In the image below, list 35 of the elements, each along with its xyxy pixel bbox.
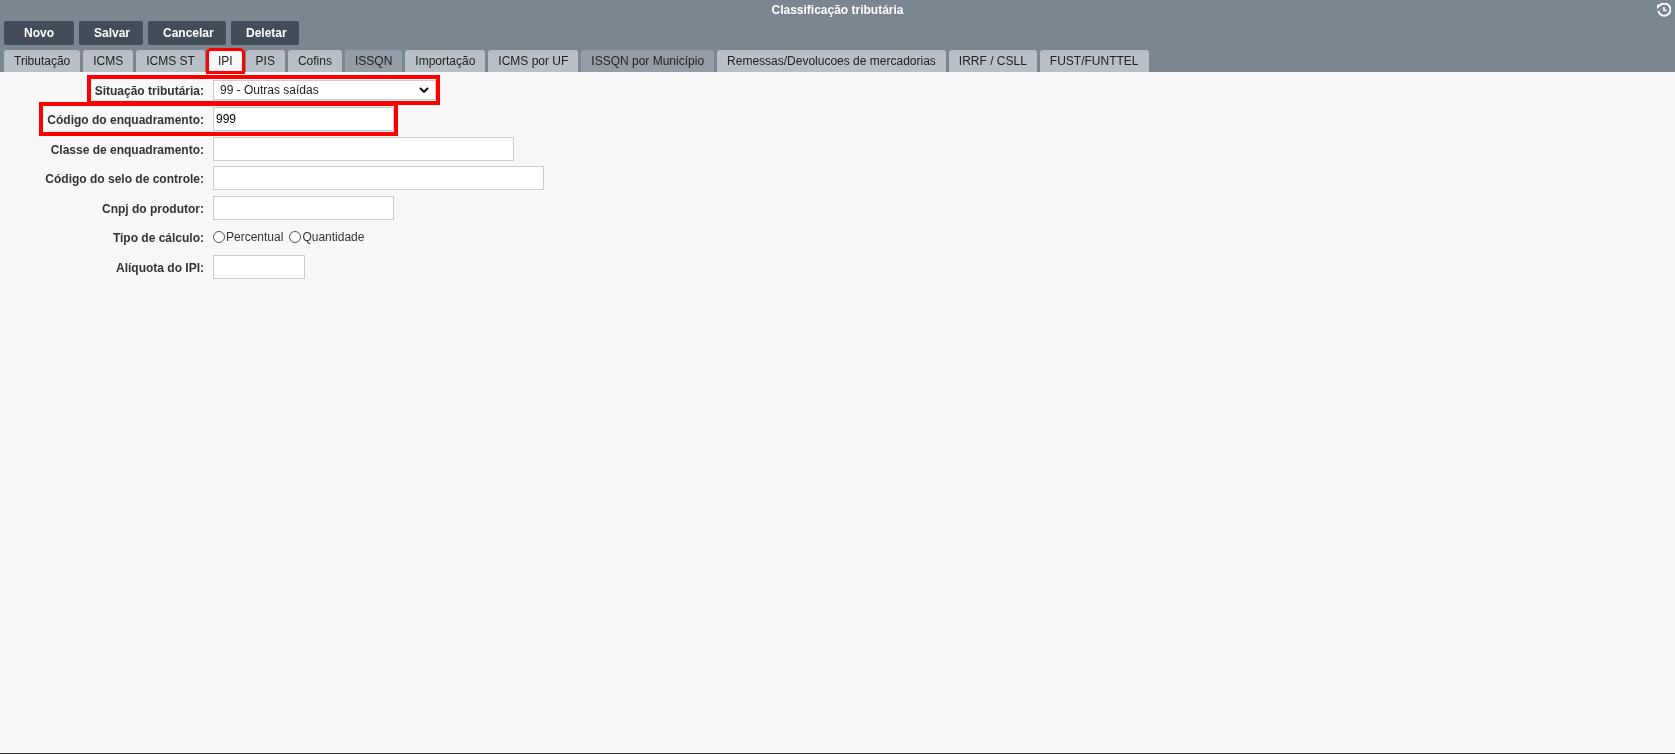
tab[interactable]: PIS [245, 50, 285, 72]
field-label: Cnpj do produtor: [102, 201, 204, 216]
field-label: Código do selo de controle: [45, 172, 204, 187]
field-label: Tipo de cálculo: [112, 231, 204, 246]
field-label: Código do enquadramento: [47, 113, 204, 128]
dropdown[interactable]: 99 - Outras saídas [213, 79, 436, 100]
toolbar-button[interactable]: Salvar [79, 21, 143, 45]
toolbar-button[interactable]: Novo [4, 21, 74, 45]
input-field[interactable] [213, 195, 394, 220]
radio-button[interactable] [289, 231, 302, 244]
input-field[interactable] [213, 136, 514, 161]
input-field[interactable]: 999 [213, 107, 394, 132]
toolbar-button[interactable]: Deletar [231, 21, 299, 45]
tab[interactable]: ICMS por UF [488, 50, 579, 72]
radio-label: Quantidade [302, 230, 365, 245]
tab[interactable]: Remessas/Devolucoes de mercadorias [717, 50, 946, 72]
input-field[interactable] [213, 254, 305, 279]
toolbar-button[interactable]: Cancelar [148, 21, 226, 45]
field-label: Situação tributária: [94, 83, 204, 98]
history-icon[interactable] [1657, 3, 1671, 17]
radio-label: Percentual [226, 230, 284, 245]
tab[interactable]: ICMS ST [136, 50, 205, 72]
chevron-down-icon [419, 86, 429, 93]
radio-button[interactable] [213, 231, 225, 244]
tab[interactable]: FUST/FUNTTEL [1039, 50, 1149, 72]
tab[interactable]: IPI [207, 50, 243, 72]
tab[interactable]: Tributação [4, 50, 81, 72]
field-label: Alíquota do IPI: [116, 260, 204, 275]
tab[interactable]: Importação [405, 50, 486, 72]
tab[interactable]: IRRF / CSLL [948, 50, 1037, 72]
window-title: Classificação tributária [771, 3, 904, 17]
tab[interactable]: Cofins [287, 50, 342, 72]
tab[interactable]: ICMS [83, 50, 134, 72]
input-field[interactable] [213, 166, 544, 191]
field-label: Classe de enquadramento: [50, 142, 204, 157]
